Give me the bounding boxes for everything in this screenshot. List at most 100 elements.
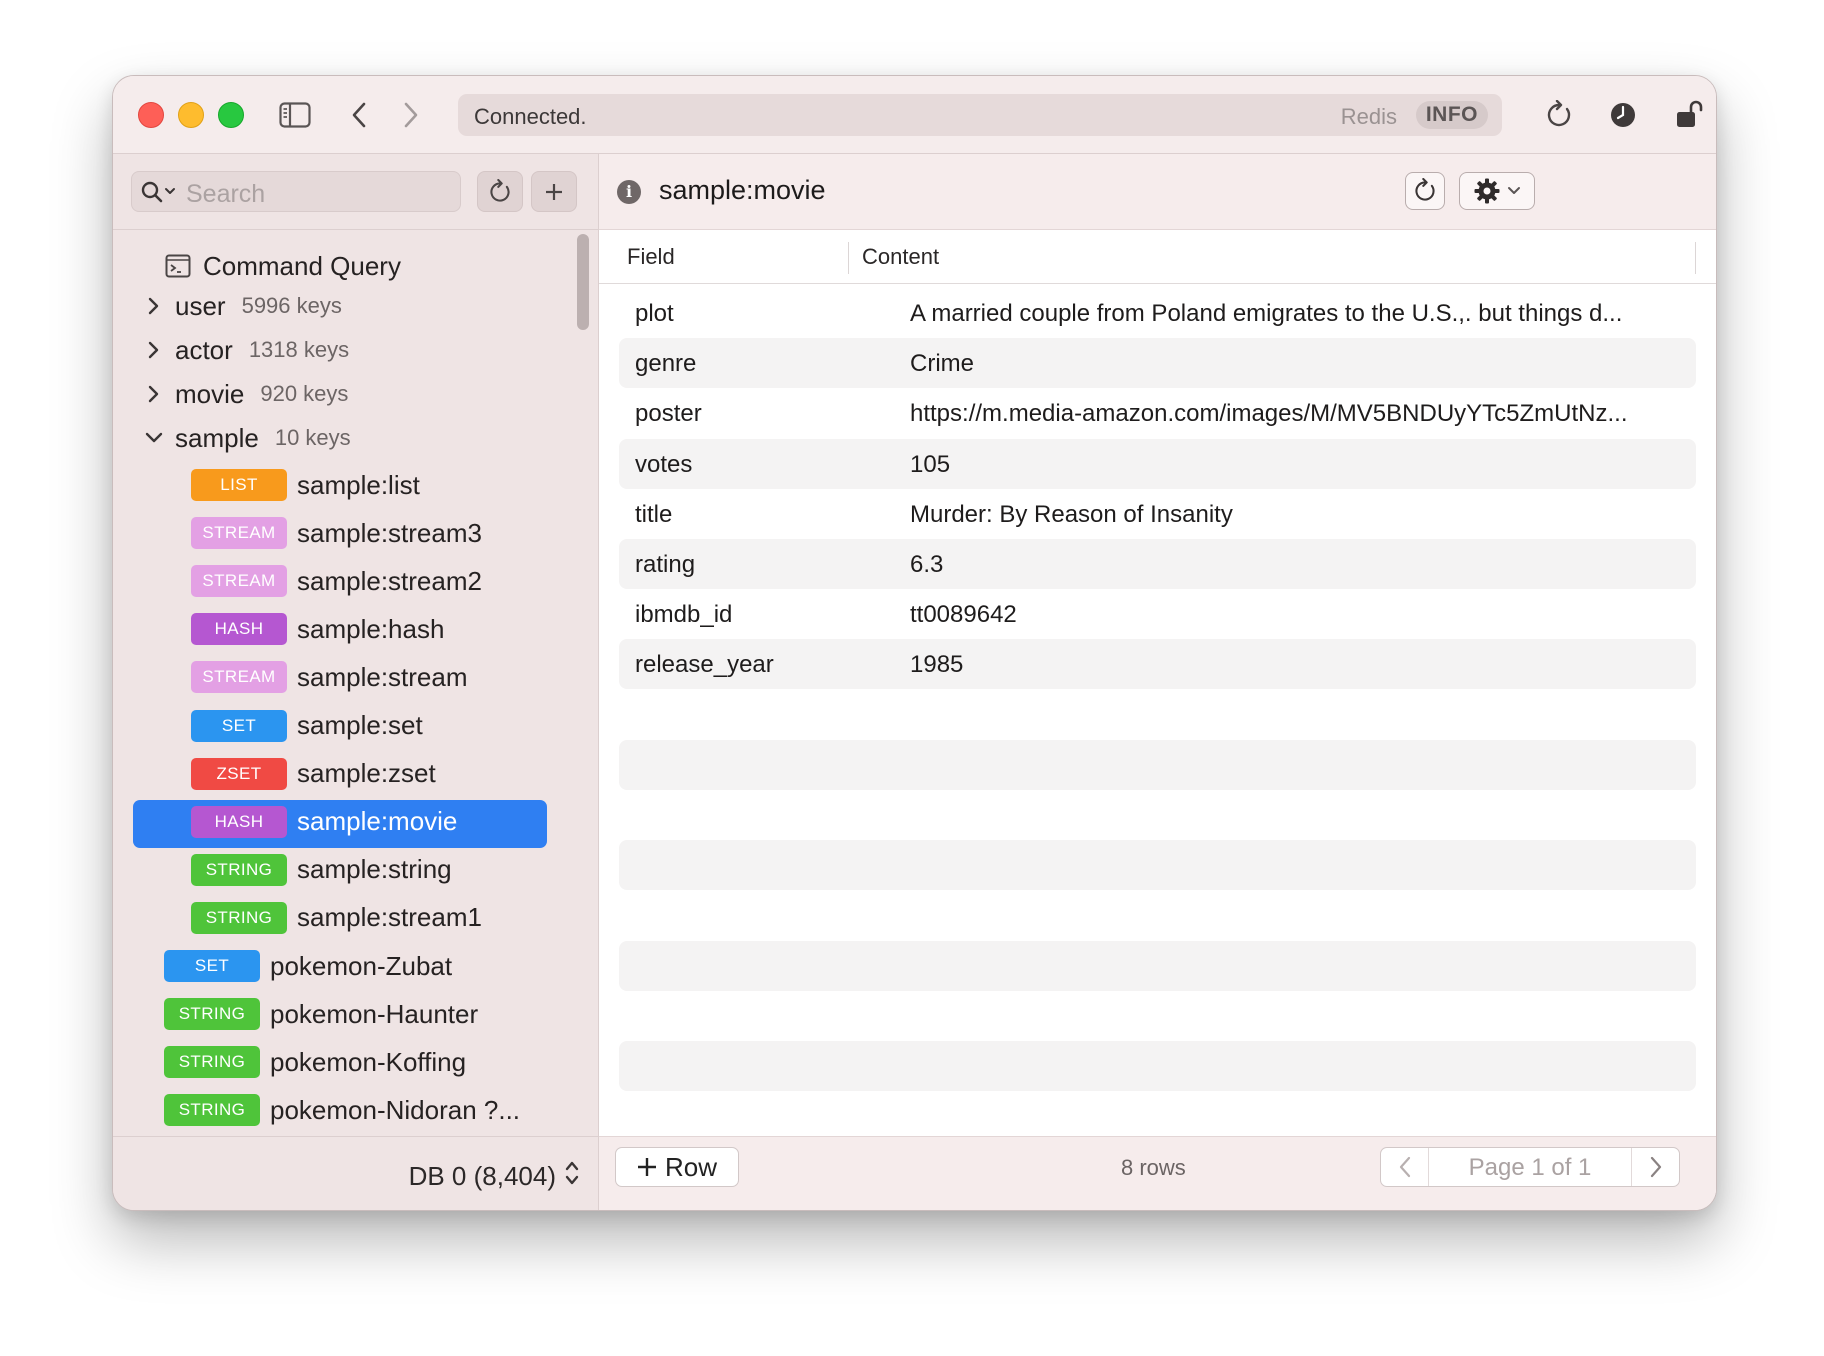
key-tree: Command Query user 5996 keys actor 1318 key… (113, 234, 599, 1134)
info-icon[interactable]: i (617, 180, 641, 204)
key-item[interactable]: SET sample:set (191, 706, 423, 746)
history-clock-icon[interactable] (1603, 96, 1643, 134)
key-group-1[interactable]: actor 1318 keys (143, 330, 349, 370)
key-type-badge: HASH (191, 613, 287, 646)
content-cell[interactable]: A married couple from Poland emigrates t… (910, 300, 1680, 328)
key-item[interactable]: STREAM sample:stream (191, 657, 468, 697)
search-placeholder: Search (186, 180, 266, 208)
settings-menu-button[interactable] (1459, 172, 1535, 210)
content-cell[interactable]: tt0089642 (910, 601, 1680, 629)
key-item[interactable]: LIST sample:list (191, 465, 420, 505)
content-cell[interactable]: 1985 (910, 651, 1680, 679)
key-item[interactable]: ZSET sample:zset (191, 754, 436, 794)
key-name: sample:zset (297, 758, 436, 789)
page-indicator: Page 1 of 1 (1468, 1154, 1592, 1181)
group-key-count: 920 keys (260, 381, 349, 406)
command-query-item[interactable]: Command Query (165, 246, 401, 286)
connection-status: Connected. (474, 104, 587, 129)
sidebar-toggle-icon[interactable] (275, 96, 315, 134)
zoom-window-button[interactable] (218, 102, 244, 128)
field-cell[interactable]: rating (635, 551, 695, 579)
detail-footer: Row 8 rows Page 1 of 1 (599, 1136, 1716, 1210)
empty-row (619, 790, 1696, 840)
key-name: sample:set (297, 710, 423, 740)
key-type-badge: STREAM (191, 565, 287, 598)
refresh-icon[interactable] (1539, 96, 1579, 134)
table-row[interactable]: title Murder: By Reason of Insanity (619, 489, 1696, 539)
key-item[interactable]: SET pokemon-Zubat (164, 946, 452, 986)
empty-row (619, 739, 1696, 790)
key-name: sample:movie (297, 806, 458, 837)
field-cell[interactable]: poster (635, 400, 702, 428)
back-icon[interactable] (339, 96, 379, 134)
key-item[interactable]: STRING pokemon-Koffing (164, 1042, 466, 1082)
chevron-right-icon[interactable] (143, 339, 165, 361)
detail-header: i sample:movie (599, 154, 1716, 230)
sidebar-scrollbar[interactable] (577, 234, 589, 330)
key-title: sample:movie (659, 175, 826, 205)
sidebar: Search Command Query user 5996 keys actor 1… (113, 154, 599, 1210)
field-cell[interactable]: release_year (635, 651, 774, 679)
content-cell[interactable]: 6.3 (910, 551, 1680, 579)
key-name: sample:string (297, 854, 452, 885)
key-item[interactable]: STREAM sample:stream3 (191, 513, 482, 553)
key-item[interactable]: HASH sample:hash (191, 609, 444, 649)
chevron-right-icon[interactable] (143, 383, 165, 405)
key-item[interactable]: STRING sample:stream1 (191, 898, 482, 938)
group-key-count: 1318 keys (248, 337, 350, 362)
content-cell[interactable]: Crime (910, 350, 1680, 378)
search-field[interactable]: Search (131, 171, 461, 212)
command-query-label: Command Query (203, 250, 401, 281)
key-group-3[interactable]: sample 10 keys (143, 418, 351, 458)
key-item[interactable]: STRING sample:string (191, 850, 452, 890)
sidebar-toolbar: Search (113, 154, 598, 230)
key-item[interactable]: STREAM sample:stream2 (191, 561, 482, 601)
info-button[interactable]: INFO (1415, 101, 1488, 129)
table-row[interactable]: rating 6.3 (619, 539, 1696, 589)
previous-page-button[interactable] (1381, 1148, 1429, 1186)
column-header-content[interactable]: Content (862, 244, 939, 270)
field-cell[interactable]: genre (635, 350, 696, 378)
refresh-key-button[interactable] (1405, 172, 1445, 210)
key-group-0[interactable]: user 5996 keys (143, 286, 342, 326)
chevron-right-icon[interactable] (143, 295, 165, 317)
table-row[interactable]: ibmdb_id tt0089642 (619, 589, 1696, 639)
table-row[interactable]: poster https://m.media-amazon.com/images/… (619, 388, 1696, 438)
chevron-down-icon[interactable] (143, 427, 165, 449)
key-item[interactable]: STRING pokemon-Nidoran ?... (164, 1090, 520, 1130)
field-cell[interactable]: votes (635, 451, 692, 479)
table-row[interactable]: plot A married couple from Poland emigrat… (619, 288, 1696, 338)
close-window-button[interactable] (138, 102, 164, 128)
table-row[interactable]: votes 105 (619, 438, 1696, 489)
sidebar-footer: DB 0 (8,404) (113, 1136, 598, 1210)
content-cell[interactable]: Murder: By Reason of Insanity (910, 501, 1680, 529)
column-header-field[interactable]: Field (627, 244, 675, 270)
key-group-2[interactable]: movie 920 keys (143, 374, 348, 414)
key-item[interactable]: HASH sample:movie (191, 802, 457, 842)
field-cell[interactable]: title (635, 501, 672, 529)
group-label: user (175, 290, 226, 321)
database-selector[interactable]: DB 0 (8,404) (409, 1159, 580, 1194)
table-row[interactable]: genre Crime (619, 338, 1696, 389)
forward-icon[interactable] (391, 96, 431, 134)
key-name: sample:hash (297, 613, 445, 644)
unlock-icon[interactable] (1669, 96, 1709, 134)
content-cell[interactable]: https://m.media-amazon.com/images/M/MV5B… (910, 400, 1680, 428)
key-item[interactable]: STRING pokemon-Haunter (164, 994, 478, 1034)
field-cell[interactable]: ibmdb_id (635, 601, 732, 629)
column-divider[interactable] (848, 242, 849, 274)
table-row[interactable]: release_year 1985 (619, 639, 1696, 690)
column-divider[interactable] (1695, 242, 1696, 274)
add-row-label: Row (664, 1151, 717, 1182)
group-key-count: 10 keys (274, 425, 351, 450)
field-cell[interactable]: plot (635, 300, 674, 328)
reload-keys-button[interactable] (477, 171, 523, 212)
next-page-button[interactable] (1631, 1148, 1679, 1186)
minimize-window-button[interactable] (178, 102, 204, 128)
add-row-button[interactable]: Row (615, 1147, 739, 1187)
pagination: Page 1 of 1 (1380, 1147, 1680, 1187)
add-key-button[interactable] (531, 171, 577, 212)
content-cell[interactable]: 105 (910, 451, 1680, 479)
plus-icon (637, 1158, 656, 1176)
group-label: actor (175, 334, 233, 365)
